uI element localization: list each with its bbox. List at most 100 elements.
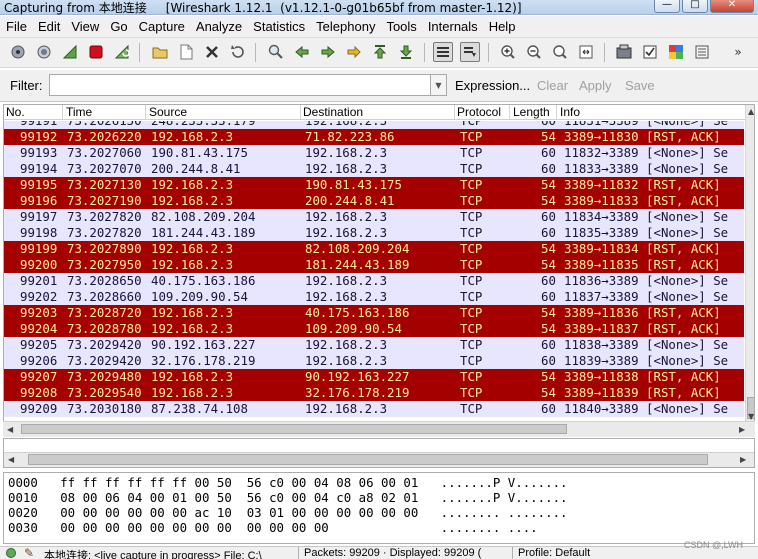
- packet-row[interactable]: 99197 73.2027820 82.108.209.204 192.168.2.3…: [4, 209, 744, 225]
- coloring-rules-icon[interactable]: [666, 42, 686, 62]
- packet-cell-no: 99196: [20, 193, 58, 208]
- status-profile[interactable]: Profile: Default: [518, 547, 590, 559]
- packet-cell-len: 54: [541, 385, 556, 400]
- packet-row[interactable]: 99193 73.2027060 190.81.43.175 192.168.2.3 T…: [4, 145, 744, 161]
- options-icon[interactable]: [34, 42, 54, 62]
- packet-list-hscroll[interactable]: ◀ ▶: [3, 421, 755, 437]
- apply-button[interactable]: Apply: [579, 78, 612, 93]
- toolbar-overflow-icon[interactable]: »: [728, 42, 748, 62]
- packet-row[interactable]: 99198 73.2027820 181.244.43.189 192.168.2.3…: [4, 225, 744, 241]
- expression-button[interactable]: Expression...: [455, 78, 530, 93]
- menu-file[interactable]: File: [6, 19, 27, 34]
- filter-dropdown-button[interactable]: ▼: [430, 74, 447, 96]
- column-length[interactable]: Length: [513, 105, 550, 119]
- scroll-right-icon[interactable]: ▶: [739, 425, 745, 434]
- go-back-icon[interactable]: [292, 42, 312, 62]
- packet-list[interactable]: 99191 73.2026150 248.233.33.179 192.168.2.3…: [3, 104, 755, 422]
- packet-row[interactable]: 99205 73.2029420 90.192.163.227 192.168.2.3…: [4, 337, 744, 353]
- packet-row[interactable]: 99207 73.2029480 192.168.2.3 90.192.163.227…: [4, 369, 744, 385]
- clear-button[interactable]: Clear: [537, 78, 568, 93]
- filter-input[interactable]: [49, 74, 431, 96]
- scroll-right-icon[interactable]: ▶: [740, 455, 746, 464]
- menu-internals[interactable]: Internals: [428, 19, 478, 34]
- packet-cell-src: 87.238.74.108: [151, 401, 248, 416]
- find-packet-icon[interactable]: [266, 42, 286, 62]
- capture-comment-icon[interactable]: ✎: [24, 547, 34, 559]
- preferences-icon[interactable]: [692, 42, 712, 62]
- packet-cell-time: 73.2026220: [67, 129, 142, 144]
- go-to-packet-icon[interactable]: [344, 42, 364, 62]
- scroll-left-icon[interactable]: ◀: [7, 425, 13, 434]
- expert-info-icon[interactable]: [6, 548, 16, 558]
- packet-cell-time: 73.2028780: [67, 321, 142, 336]
- reload-icon[interactable]: [228, 42, 248, 62]
- packet-list-vscroll[interactable]: ▲ ▼: [745, 105, 754, 421]
- column-protocol[interactable]: Protocol: [457, 105, 501, 119]
- packet-cell-time: 73.2027060: [67, 145, 142, 160]
- start-capture-icon[interactable]: [60, 42, 80, 62]
- menu-go[interactable]: Go: [110, 19, 127, 34]
- column-no[interactable]: No.: [6, 105, 25, 119]
- maximize-button[interactable]: □: [682, 0, 708, 13]
- packet-details[interactable]: ◀ ▶: [3, 438, 755, 468]
- resize-columns-icon[interactable]: [576, 42, 596, 62]
- restart-capture-icon[interactable]: [112, 42, 132, 62]
- column-source[interactable]: Source: [149, 105, 187, 119]
- save-file-icon[interactable]: [176, 42, 196, 62]
- normal-size-icon[interactable]: [550, 42, 570, 62]
- go-first-icon[interactable]: [370, 42, 390, 62]
- packet-cell-src: 192.168.2.3: [151, 257, 234, 272]
- packet-cell-info: 11833→3389 [<None>] Se: [564, 161, 729, 176]
- scroll-left-icon[interactable]: ◀: [8, 455, 14, 464]
- packet-row[interactable]: 99206 73.2029420 32.176.178.219 192.168.2.3…: [4, 353, 744, 369]
- column-time[interactable]: Time: [66, 105, 92, 119]
- menu-edit[interactable]: Edit: [38, 19, 60, 34]
- stop-capture-icon[interactable]: [86, 42, 106, 62]
- close-file-icon[interactable]: [202, 42, 222, 62]
- packet-row[interactable]: 99199 73.2027890 192.168.2.3 82.108.209.204…: [4, 241, 744, 257]
- interfaces-icon[interactable]: [8, 42, 28, 62]
- display-filters-icon[interactable]: [640, 42, 660, 62]
- zoom-in-icon[interactable]: [498, 42, 518, 62]
- go-last-icon[interactable]: [396, 42, 416, 62]
- menu-help[interactable]: Help: [489, 19, 516, 34]
- packet-row[interactable]: 99209 73.2030180 87.238.74.108 192.168.2.3 T…: [4, 401, 744, 417]
- hscroll-thumb[interactable]: [21, 424, 567, 434]
- menu-telephony[interactable]: Telephony: [316, 19, 375, 34]
- packet-row[interactable]: 99201 73.2028650 40.175.163.186 192.168.2.3…: [4, 273, 744, 289]
- packet-row[interactable]: 99194 73.2027070 200.244.8.41 192.168.2.3 TC…: [4, 161, 744, 177]
- packet-row[interactable]: 99208 73.2029540 192.168.2.3 32.176.178.219…: [4, 385, 744, 401]
- minimize-button[interactable]: —: [654, 0, 680, 13]
- packet-cell-dst: 192.168.2.3: [305, 161, 388, 176]
- packet-row[interactable]: 99192 73.2026220 192.168.2.3 71.82.223.86 TC…: [4, 129, 744, 145]
- packet-row[interactable]: 99195 73.2027130 192.168.2.3 190.81.43.175 T…: [4, 177, 744, 193]
- packet-row[interactable]: 99203 73.2028720 192.168.2.3 40.175.163.186…: [4, 305, 744, 321]
- scroll-down-icon[interactable]: ▼: [748, 412, 754, 421]
- packet-row[interactable]: 99196 73.2027190 192.168.2.3 200.244.8.41 TC…: [4, 193, 744, 209]
- packet-row[interactable]: 99204 73.2028780 192.168.2.3 109.209.90.54 T…: [4, 321, 744, 337]
- packet-bytes[interactable]: 0000 ff ff ff ff ff ff 00 50 56 c0 00 04…: [3, 472, 755, 544]
- packet-cell-proto: TCP: [460, 145, 483, 160]
- open-file-icon[interactable]: [150, 42, 170, 62]
- go-forward-icon[interactable]: [318, 42, 338, 62]
- colorize-icon[interactable]: [433, 42, 453, 62]
- details-hscroll-thumb[interactable]: [28, 454, 708, 465]
- menu-view[interactable]: View: [71, 19, 99, 34]
- zoom-out-icon[interactable]: [524, 42, 544, 62]
- auto-scroll-icon[interactable]: [460, 42, 480, 62]
- packet-cell-dst: 192.168.2.3: [305, 273, 388, 288]
- capture-filters-icon[interactable]: [614, 42, 634, 62]
- column-destination[interactable]: Destination: [303, 105, 363, 119]
- packet-row[interactable]: 99202 73.2028660 109.209.90.54 192.168.2.3 T…: [4, 289, 744, 305]
- close-button[interactable]: ✕: [710, 0, 754, 13]
- column-info[interactable]: Info: [560, 105, 580, 119]
- packet-cell-proto: TCP: [460, 129, 483, 144]
- scroll-up-icon[interactable]: ▲: [748, 107, 754, 116]
- menu-tools[interactable]: Tools: [386, 19, 416, 34]
- menu-analyze[interactable]: Analyze: [196, 19, 242, 34]
- menu-statistics[interactable]: Statistics: [253, 19, 305, 34]
- packet-row[interactable]: 99200 73.2027950 192.168.2.3 181.244.43.189…: [4, 257, 744, 273]
- save-filter-button[interactable]: Save: [625, 78, 655, 93]
- details-hscroll[interactable]: ◀ ▶: [4, 452, 754, 467]
- menu-capture[interactable]: Capture: [139, 19, 185, 34]
